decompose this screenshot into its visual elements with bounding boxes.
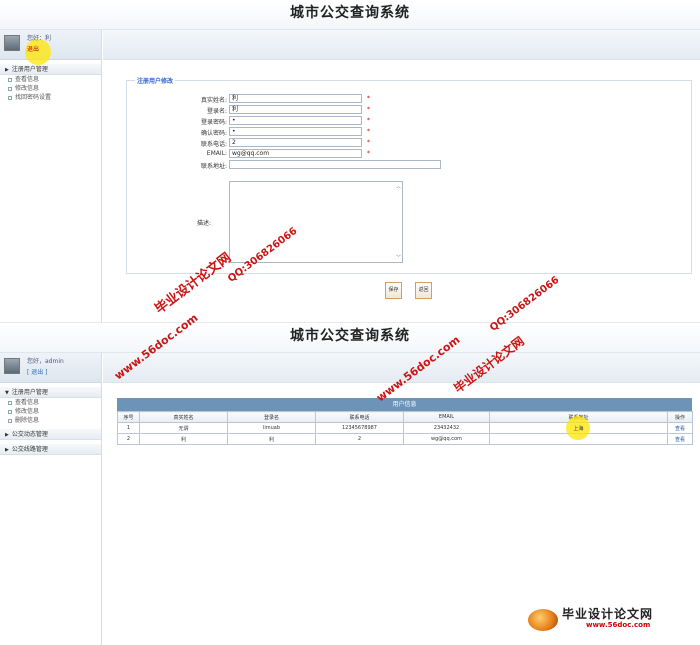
table-caption: 用户信息 (117, 398, 692, 411)
bullet-icon (8, 409, 12, 414)
menu-group-bus-dynamics[interactable]: ▶ 公交动态管理 (0, 429, 101, 440)
field-password: 登录密码: • * (200, 116, 370, 126)
menu-item-delete-info[interactable]: 删除信息 (0, 416, 101, 425)
content-header (103, 353, 700, 383)
cell-phone: 12345678987 (315, 422, 404, 434)
content-header (103, 30, 700, 60)
avatar (4, 358, 20, 374)
bullet-icon (8, 95, 12, 100)
user-box: 您好，admin [ 退出 ] (0, 353, 101, 383)
greeting: 您好：利 (27, 35, 52, 42)
bullet-icon (8, 77, 12, 82)
menu-item-view-info[interactable]: 查看信息 (0, 75, 101, 84)
field-email: EMAIL: wg@qq.com * (206, 149, 370, 158)
app-title: 城市公交查询系统 (290, 5, 410, 21)
cell-login-name: 利 (227, 433, 316, 445)
col-header-phone: 联系电话 (315, 411, 404, 423)
col-header-real-name: 真实姓名 (139, 411, 228, 423)
chevron-up-icon[interactable]: ︿ (395, 183, 402, 190)
chevron-right-icon: ▶ (5, 447, 9, 453)
bullet-icon (8, 418, 12, 423)
menu-group-bus-routes[interactable]: ▶ 公交线路管理 (0, 444, 101, 455)
view-link[interactable]: 查看 (667, 422, 693, 434)
field-login-name: 登录名: 利 * (206, 105, 370, 115)
description-textarea[interactable]: ︿ ﹀ (229, 181, 403, 263)
confirm-password-input[interactable]: • (229, 127, 362, 136)
panel-user-list: 城市公交查询系统 您好，admin [ 退出 ] ▼ 注册用户管理 查看信息 修改… (0, 322, 700, 645)
title-bar: 城市公交查询系统 (0, 0, 700, 30)
footer-logo: 毕业设计论文网 www.56doc.com (526, 605, 686, 635)
logout-link[interactable]: [ 退出 ] (27, 367, 48, 376)
footer-brand: 毕业设计论文网 (562, 607, 654, 621)
cell-email: wg@qq.com (403, 433, 490, 445)
table-row: 2 利 利 2 wg@qq.com 查看 (117, 433, 693, 445)
footer-url: www.56doc.com (586, 621, 651, 629)
field-phone: 联系电话: 2 * (200, 138, 370, 148)
user-table-container: 用户信息 序号 真实姓名 登录名 联系电话 EMAIL 联系地址 操作 (117, 398, 693, 445)
back-button[interactable]: 返回 (415, 282, 432, 299)
cell-real-name: 无谓 (139, 422, 228, 434)
form-legend: 注册用户修改 (135, 76, 176, 85)
col-header-login-name: 登录名 (227, 411, 316, 423)
avatar (4, 35, 20, 51)
real-name-input[interactable]: 利 (229, 94, 362, 103)
main-content: 注册用户修改 真实姓名: 利 * 登录名: 利 * 登录密码: • * 确认密码… (103, 30, 700, 322)
phone-input[interactable]: 2 (229, 138, 362, 147)
table-header-row: 序号 真实姓名 登录名 联系电话 EMAIL 联系地址 操作 (117, 411, 693, 423)
logout-link[interactable]: 退出 (27, 44, 39, 53)
col-header-index: 序号 (117, 411, 140, 423)
main-content: 用户信息 序号 真实姓名 登录名 联系电话 EMAIL 联系地址 操作 (103, 353, 700, 645)
menu-group-user-mgmt[interactable]: ▶ 注册用户管理 (0, 64, 101, 75)
login-name-input[interactable]: 利 (229, 105, 362, 114)
menu-item-password-recovery[interactable]: 找回密码设置 (0, 93, 101, 102)
save-button[interactable]: 保存 (385, 282, 402, 299)
col-header-email: EMAIL (403, 411, 490, 423)
cell-login-name: limuab (227, 422, 316, 434)
menu-item-edit-info[interactable]: 修改信息 (0, 407, 101, 416)
field-real-name: 真实姓名: 利 * (200, 94, 370, 104)
sidebar: 您好，admin [ 退出 ] ▼ 注册用户管理 查看信息 修改信息 删除信息 ▶… (0, 353, 102, 645)
bullet-icon (8, 86, 12, 91)
cell-index: 2 (117, 433, 140, 445)
col-header-action: 操作 (667, 411, 693, 423)
sidebar: 您好：利 退出 ▶ 注册用户管理 查看信息 修改信息 找回密码设置 (0, 30, 102, 322)
cell-phone: 2 (315, 433, 404, 445)
cell-index: 1 (117, 422, 140, 434)
menu-group-user-mgmt[interactable]: ▼ 注册用户管理 (0, 387, 101, 398)
chevron-right-icon: ▶ (5, 432, 9, 438)
title-bar: 城市公交查询系统 (0, 323, 700, 353)
email-input[interactable]: wg@qq.com (229, 149, 362, 158)
bullet-icon (8, 400, 12, 405)
edit-user-form: 注册用户修改 真实姓名: 利 * 登录名: 利 * 登录密码: • * 确认密码… (126, 76, 693, 274)
app-title: 城市公交查询系统 (290, 328, 410, 344)
menu-item-view-info[interactable]: 查看信息 (0, 398, 101, 407)
field-confirm-password: 确认密码: • * (200, 127, 370, 137)
user-table: 序号 真实姓名 登录名 联系电话 EMAIL 联系地址 操作 1 无谓 limu… (117, 411, 693, 445)
field-address: 联系地址: (127, 160, 693, 170)
address-input[interactable] (229, 160, 441, 169)
description-label: 描述: (197, 220, 212, 227)
greeting: 您好，admin (27, 358, 64, 365)
logo-ball-icon (528, 609, 558, 631)
cell-email: 23432432 (403, 422, 490, 434)
chevron-down-icon[interactable]: ﹀ (395, 254, 402, 261)
textarea-scrollbar[interactable]: ︿ ﹀ (395, 182, 402, 262)
cell-real-name: 利 (139, 433, 228, 445)
panel-edit-user: 城市公交查询系统 您好：利 退出 ▶ 注册用户管理 查看信息 修改信息 找回密码设… (0, 0, 700, 322)
cell-address: 上海 (489, 416, 668, 440)
view-link[interactable]: 查看 (667, 433, 693, 445)
user-box: 您好：利 退出 (0, 30, 101, 65)
password-input[interactable]: • (229, 116, 362, 125)
table-row: 1 无谓 limuab 12345678987 23432432 上海 查看 (117, 416, 693, 440)
menu-item-edit-info[interactable]: 修改信息 (0, 84, 101, 93)
